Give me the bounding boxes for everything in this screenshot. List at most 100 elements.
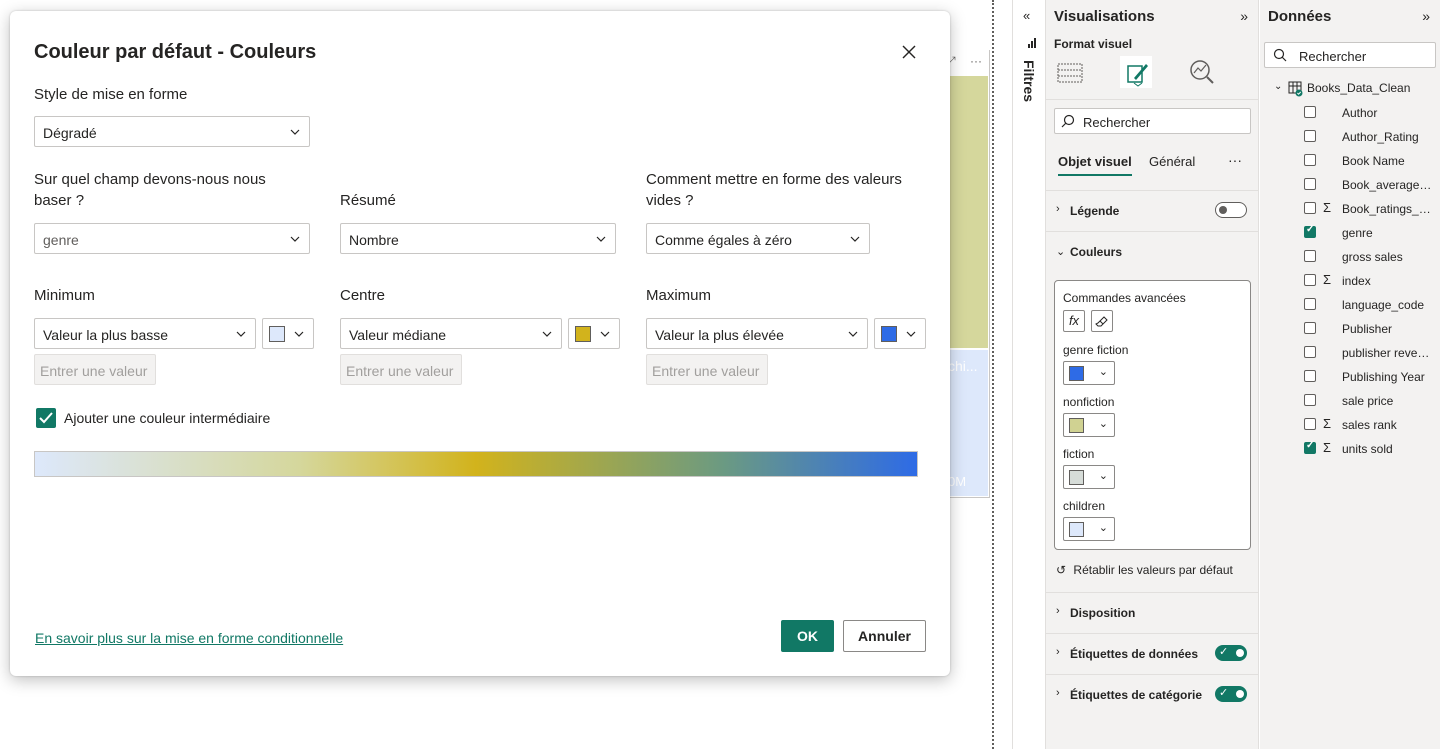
- chevron-down-icon: [905, 328, 917, 343]
- checkbox[interactable]: [1304, 154, 1316, 166]
- fx-button[interactable]: fx: [1063, 310, 1085, 332]
- input-placeholder: Entrer une valeur: [40, 363, 148, 379]
- format-style-dropdown[interactable]: Dégradé: [34, 116, 310, 147]
- field-item[interactable]: Book_average_r...: [1304, 176, 1436, 194]
- field-item[interactable]: Publisher: [1304, 320, 1436, 338]
- field-name: Author_Rating: [1342, 130, 1419, 144]
- filters-pane-collapsed[interactable]: « Filtres: [1012, 0, 1046, 749]
- color-picker-genre-fiction[interactable]: ⌄: [1063, 361, 1115, 385]
- category-labels-toggle[interactable]: ✓: [1215, 686, 1247, 702]
- summary-dropdown[interactable]: Nombre: [340, 223, 616, 254]
- section-legend[interactable]: › Légende: [1046, 190, 1259, 230]
- field-item[interactable]: Author_Rating: [1304, 128, 1436, 146]
- eraser-button[interactable]: [1091, 310, 1113, 332]
- center-color-picker[interactable]: [568, 318, 620, 349]
- checkbox[interactable]: [1304, 202, 1316, 214]
- close-icon[interactable]: [900, 43, 918, 61]
- minimum-dropdown[interactable]: Valeur la plus basse: [34, 318, 256, 349]
- field-name: Book_average_r...: [1342, 178, 1434, 192]
- expand-filters-icon[interactable]: «: [1023, 8, 1030, 23]
- chevron-down-icon: [595, 233, 607, 248]
- checkbox[interactable]: [1304, 250, 1316, 262]
- empty-values-dropdown[interactable]: Comme égales à zéro: [646, 223, 870, 254]
- checkbox[interactable]: [1304, 418, 1316, 430]
- visual-data-label: chi...: [948, 358, 978, 374]
- field-item[interactable]: language_code: [1304, 296, 1436, 314]
- center-dropdown[interactable]: Valeur médiane: [340, 318, 562, 349]
- legend-toggle[interactable]: [1215, 202, 1247, 218]
- pane-title: Données: [1268, 8, 1332, 25]
- reset-label: Rétablir les valeurs par défaut: [1073, 563, 1233, 577]
- section-colors[interactable]: ⌄ Couleurs: [1046, 231, 1259, 271]
- checkbox[interactable]: [1304, 178, 1316, 190]
- tab-general[interactable]: Général: [1149, 154, 1195, 169]
- field-name: publisher reven...: [1342, 346, 1434, 360]
- field-item[interactable]: Σsales rank: [1304, 416, 1436, 434]
- field-item[interactable]: Σ Book_ratings_c...: [1304, 200, 1436, 218]
- chevron-down-icon: [541, 328, 553, 343]
- color-item-label: genre fiction: [1063, 343, 1129, 357]
- field-item[interactable]: publisher reven...: [1304, 344, 1436, 362]
- checkbox[interactable]: [1304, 322, 1316, 334]
- color-item-label: children: [1063, 499, 1106, 513]
- learn-more-link[interactable]: En savoir plus sur la mise en forme cond…: [35, 630, 343, 646]
- field-item[interactable]: gross sales: [1304, 248, 1436, 266]
- more-options-icon[interactable]: ···: [1228, 152, 1242, 168]
- checkbox[interactable]: [1304, 274, 1316, 286]
- data-search-input[interactable]: Rechercher: [1264, 42, 1436, 68]
- chevron-down-icon: [847, 328, 859, 343]
- section-category-labels[interactable]: › Étiquettes de catégorie ✓: [1046, 674, 1259, 714]
- maximum-value-input[interactable]: Entrer une valeur: [646, 354, 768, 385]
- ok-button[interactable]: OK: [781, 620, 834, 652]
- format-visual-icon[interactable]: [1120, 56, 1152, 88]
- minimum-color-picker[interactable]: [262, 318, 314, 349]
- checkbox[interactable]: [1304, 394, 1316, 406]
- checkbox-checked[interactable]: [36, 408, 56, 428]
- section-layout[interactable]: › Disposition: [1046, 592, 1259, 632]
- field-item[interactable]: sale price: [1304, 392, 1436, 410]
- checkbox-checked[interactable]: [1304, 224, 1316, 238]
- field-item[interactable]: Σunits sold: [1304, 440, 1436, 458]
- collapse-pane-icon[interactable]: »: [1240, 8, 1248, 24]
- reset-icon: ↺: [1056, 563, 1067, 577]
- section-label: Étiquettes de données: [1070, 647, 1199, 661]
- color-picker-fiction[interactable]: ⌄: [1063, 465, 1115, 489]
- checkbox[interactable]: [1304, 298, 1316, 310]
- field-item[interactable]: Book Name: [1304, 152, 1436, 170]
- color-picker-children[interactable]: ⌄: [1063, 517, 1115, 541]
- maximum-color-picker[interactable]: [874, 318, 926, 349]
- data-labels-toggle[interactable]: ✓: [1215, 645, 1247, 661]
- collapse-pane-icon[interactable]: »: [1422, 8, 1430, 24]
- reset-defaults-button[interactable]: ↺ Rétablir les valeurs par défaut: [1056, 563, 1233, 577]
- field-item[interactable]: Publishing Year: [1304, 368, 1436, 386]
- visual-more-icon[interactable]: ···: [970, 54, 982, 68]
- checkbox[interactable]: [1304, 370, 1316, 382]
- chevron-right-icon: ›: [1056, 646, 1060, 658]
- maximum-dropdown[interactable]: Valeur la plus élevée: [646, 318, 868, 349]
- minimum-value-input[interactable]: Entrer une valeur: [34, 354, 156, 385]
- viz-search-input[interactable]: Rechercher: [1054, 108, 1251, 134]
- center-value-input[interactable]: Entrer une valeur: [340, 354, 462, 385]
- field-basis-dropdown[interactable]: genre: [34, 223, 310, 254]
- table-icon: [1288, 81, 1304, 100]
- analytics-icon[interactable]: [1186, 56, 1218, 88]
- checkbox[interactable]: [1304, 130, 1316, 142]
- build-visual-icon[interactable]: [1054, 56, 1086, 88]
- maximum-label: Maximum: [646, 287, 712, 304]
- field-name: genre: [1342, 226, 1373, 240]
- checkbox-checked[interactable]: [1304, 440, 1316, 454]
- checkbox[interactable]: [1304, 346, 1316, 358]
- field-item[interactable]: genre: [1304, 224, 1436, 242]
- section-data-labels[interactable]: › Étiquettes de données ✓: [1046, 633, 1259, 673]
- filters-label[interactable]: Filtres: [1021, 60, 1037, 102]
- field-item[interactable]: Σindex: [1304, 272, 1436, 290]
- cancel-button[interactable]: Annuler: [843, 620, 926, 652]
- field-item[interactable]: Author: [1304, 104, 1436, 122]
- tab-visual[interactable]: Objet visuel: [1058, 154, 1132, 176]
- checkbox[interactable]: [1304, 106, 1316, 118]
- filter-icon: [1027, 38, 1037, 51]
- color-picker-nonfiction[interactable]: ⌄: [1063, 413, 1115, 437]
- format-tabs: Objet visuel Général: [1058, 154, 1248, 178]
- conditional-format-dialog: Couleur par défaut - Couleurs Style de m…: [10, 11, 950, 676]
- chevron-down-icon: [599, 328, 611, 343]
